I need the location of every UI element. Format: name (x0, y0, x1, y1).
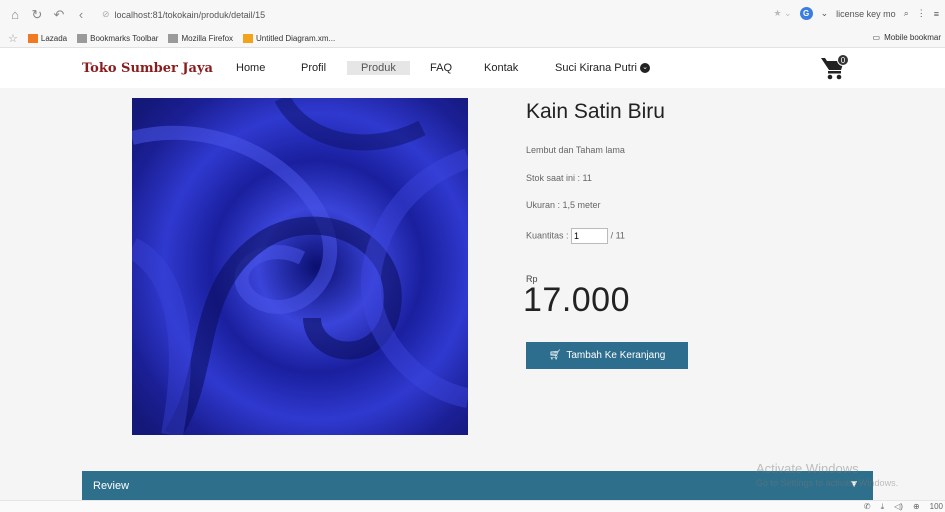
star-icon[interactable]: ★ ⌄ (773, 8, 791, 19)
search-box[interactable]: license key mo (836, 9, 896, 19)
product-size: Ukuran : 1,5 meter (526, 200, 601, 210)
nav-faq[interactable]: FAQ (430, 62, 452, 74)
zoom-level: 100 (929, 502, 943, 511)
nav-user-menu[interactable]: Suci Kirana Putri ⌄ (555, 62, 650, 74)
review-label: Review (93, 480, 130, 492)
zoom-icon[interactable]: ⊕ (913, 502, 920, 512)
phone-icon[interactable]: ✆ (864, 502, 871, 512)
product-price: 17.000 (523, 281, 630, 319)
cart-count-badge: 0 (837, 54, 849, 66)
product-detail: Kain Satin Biru Lembut dan Taham lama St… (0, 88, 945, 512)
bookmark-diagram[interactable]: Untitled Diagram.xm... (243, 33, 335, 43)
quantity-max: / 11 (610, 230, 625, 241)
home-icon[interactable]: ⌂ (8, 7, 22, 22)
nav-profil[interactable]: Profil (301, 62, 326, 74)
quantity-row: Kuantitas : / 11 (526, 228, 625, 244)
add-to-cart-label: Tambah Ke Keranjang (566, 350, 666, 361)
quantity-label: Kuantitas : (526, 230, 569, 241)
mobile-icon: ▭ (872, 33, 881, 42)
mobile-bookmarks[interactable]: ▭ Mobile bookmar (873, 33, 941, 42)
back-icon[interactable]: ‹ (74, 7, 88, 22)
site-navbar: Toko Sumber Jaya Home Profil Produk FAQ … (0, 48, 945, 88)
download-icon[interactable]: ⤓ (881, 502, 885, 512)
address-bar[interactable]: ⊘ localhost:81/tokokain/produk/detail/15 (102, 9, 265, 20)
watermark-title: Activate Windows (756, 461, 859, 476)
nav-produk[interactable]: Produk (347, 61, 410, 75)
quantity-input[interactable] (571, 228, 609, 244)
product-stock: Stok saat ini : 11 (526, 173, 592, 183)
cart-button[interactable]: 0 (820, 54, 850, 82)
watermark-subtitle: Go to Settings to activate Windows. (756, 478, 899, 488)
cart-icon: 🛒︎ (548, 350, 562, 361)
folder-icon (77, 33, 88, 43)
bookmarks-bar: ☆ Lazada Bookmarks Toolbar Mozilla Firef… (0, 29, 945, 48)
chevron-circle-down-icon: ⌄ (640, 63, 650, 74)
undo-icon[interactable]: ↶ (52, 7, 66, 23)
diagram-icon (243, 33, 254, 43)
add-to-cart-button[interactable]: 🛒︎ Tambah Ke Keranjang (526, 342, 688, 369)
review-section-header[interactable]: Review ▼ (82, 471, 873, 500)
browser-toolbar: ⌂ ↻ ↶ ‹ ⊘ localhost:81/tokokain/produk/d… (0, 0, 945, 29)
nav-kontak[interactable]: Kontak (484, 62, 518, 74)
lazada-icon (27, 33, 38, 43)
more-icon[interactable]: ≡ (934, 9, 939, 19)
bookmark-toolbar-folder[interactable]: Bookmarks Toolbar (77, 33, 158, 43)
folder-icon (168, 33, 179, 43)
insecure-icon: ⊘ (102, 9, 110, 19)
search-engine-icon[interactable]: G (799, 7, 813, 20)
menu-icon[interactable]: ⋮ (917, 8, 926, 19)
browser-status-bar: ✆ ⤓ ◁) ⊕ 100 (0, 500, 945, 512)
sound-icon[interactable]: ◁) (894, 502, 903, 512)
product-image (132, 98, 468, 435)
bookmark-lazada[interactable]: Lazada (27, 33, 67, 43)
bookmark-star-icon[interactable]: ☆ (8, 32, 18, 45)
search-icon[interactable]: ⌕ (904, 8, 909, 19)
reload-icon[interactable]: ↻ (30, 7, 44, 23)
chevron-down-icon[interactable]: ⌄ (821, 8, 829, 19)
nav-home[interactable]: Home (236, 62, 265, 74)
product-description: Lembut dan Taham lama (526, 145, 625, 155)
product-title: Kain Satin Biru (526, 100, 665, 123)
user-name: Suci Kirana Putri (555, 62, 637, 74)
brand-logo[interactable]: Toko Sumber Jaya (82, 61, 213, 76)
bookmark-firefox-folder[interactable]: Mozilla Firefox (168, 33, 233, 43)
address-text[interactable]: localhost:81/tokokain/produk/detail/15 (115, 10, 266, 20)
windows-activation-watermark: Activate Windows Go to Settings to activ… (756, 461, 898, 488)
